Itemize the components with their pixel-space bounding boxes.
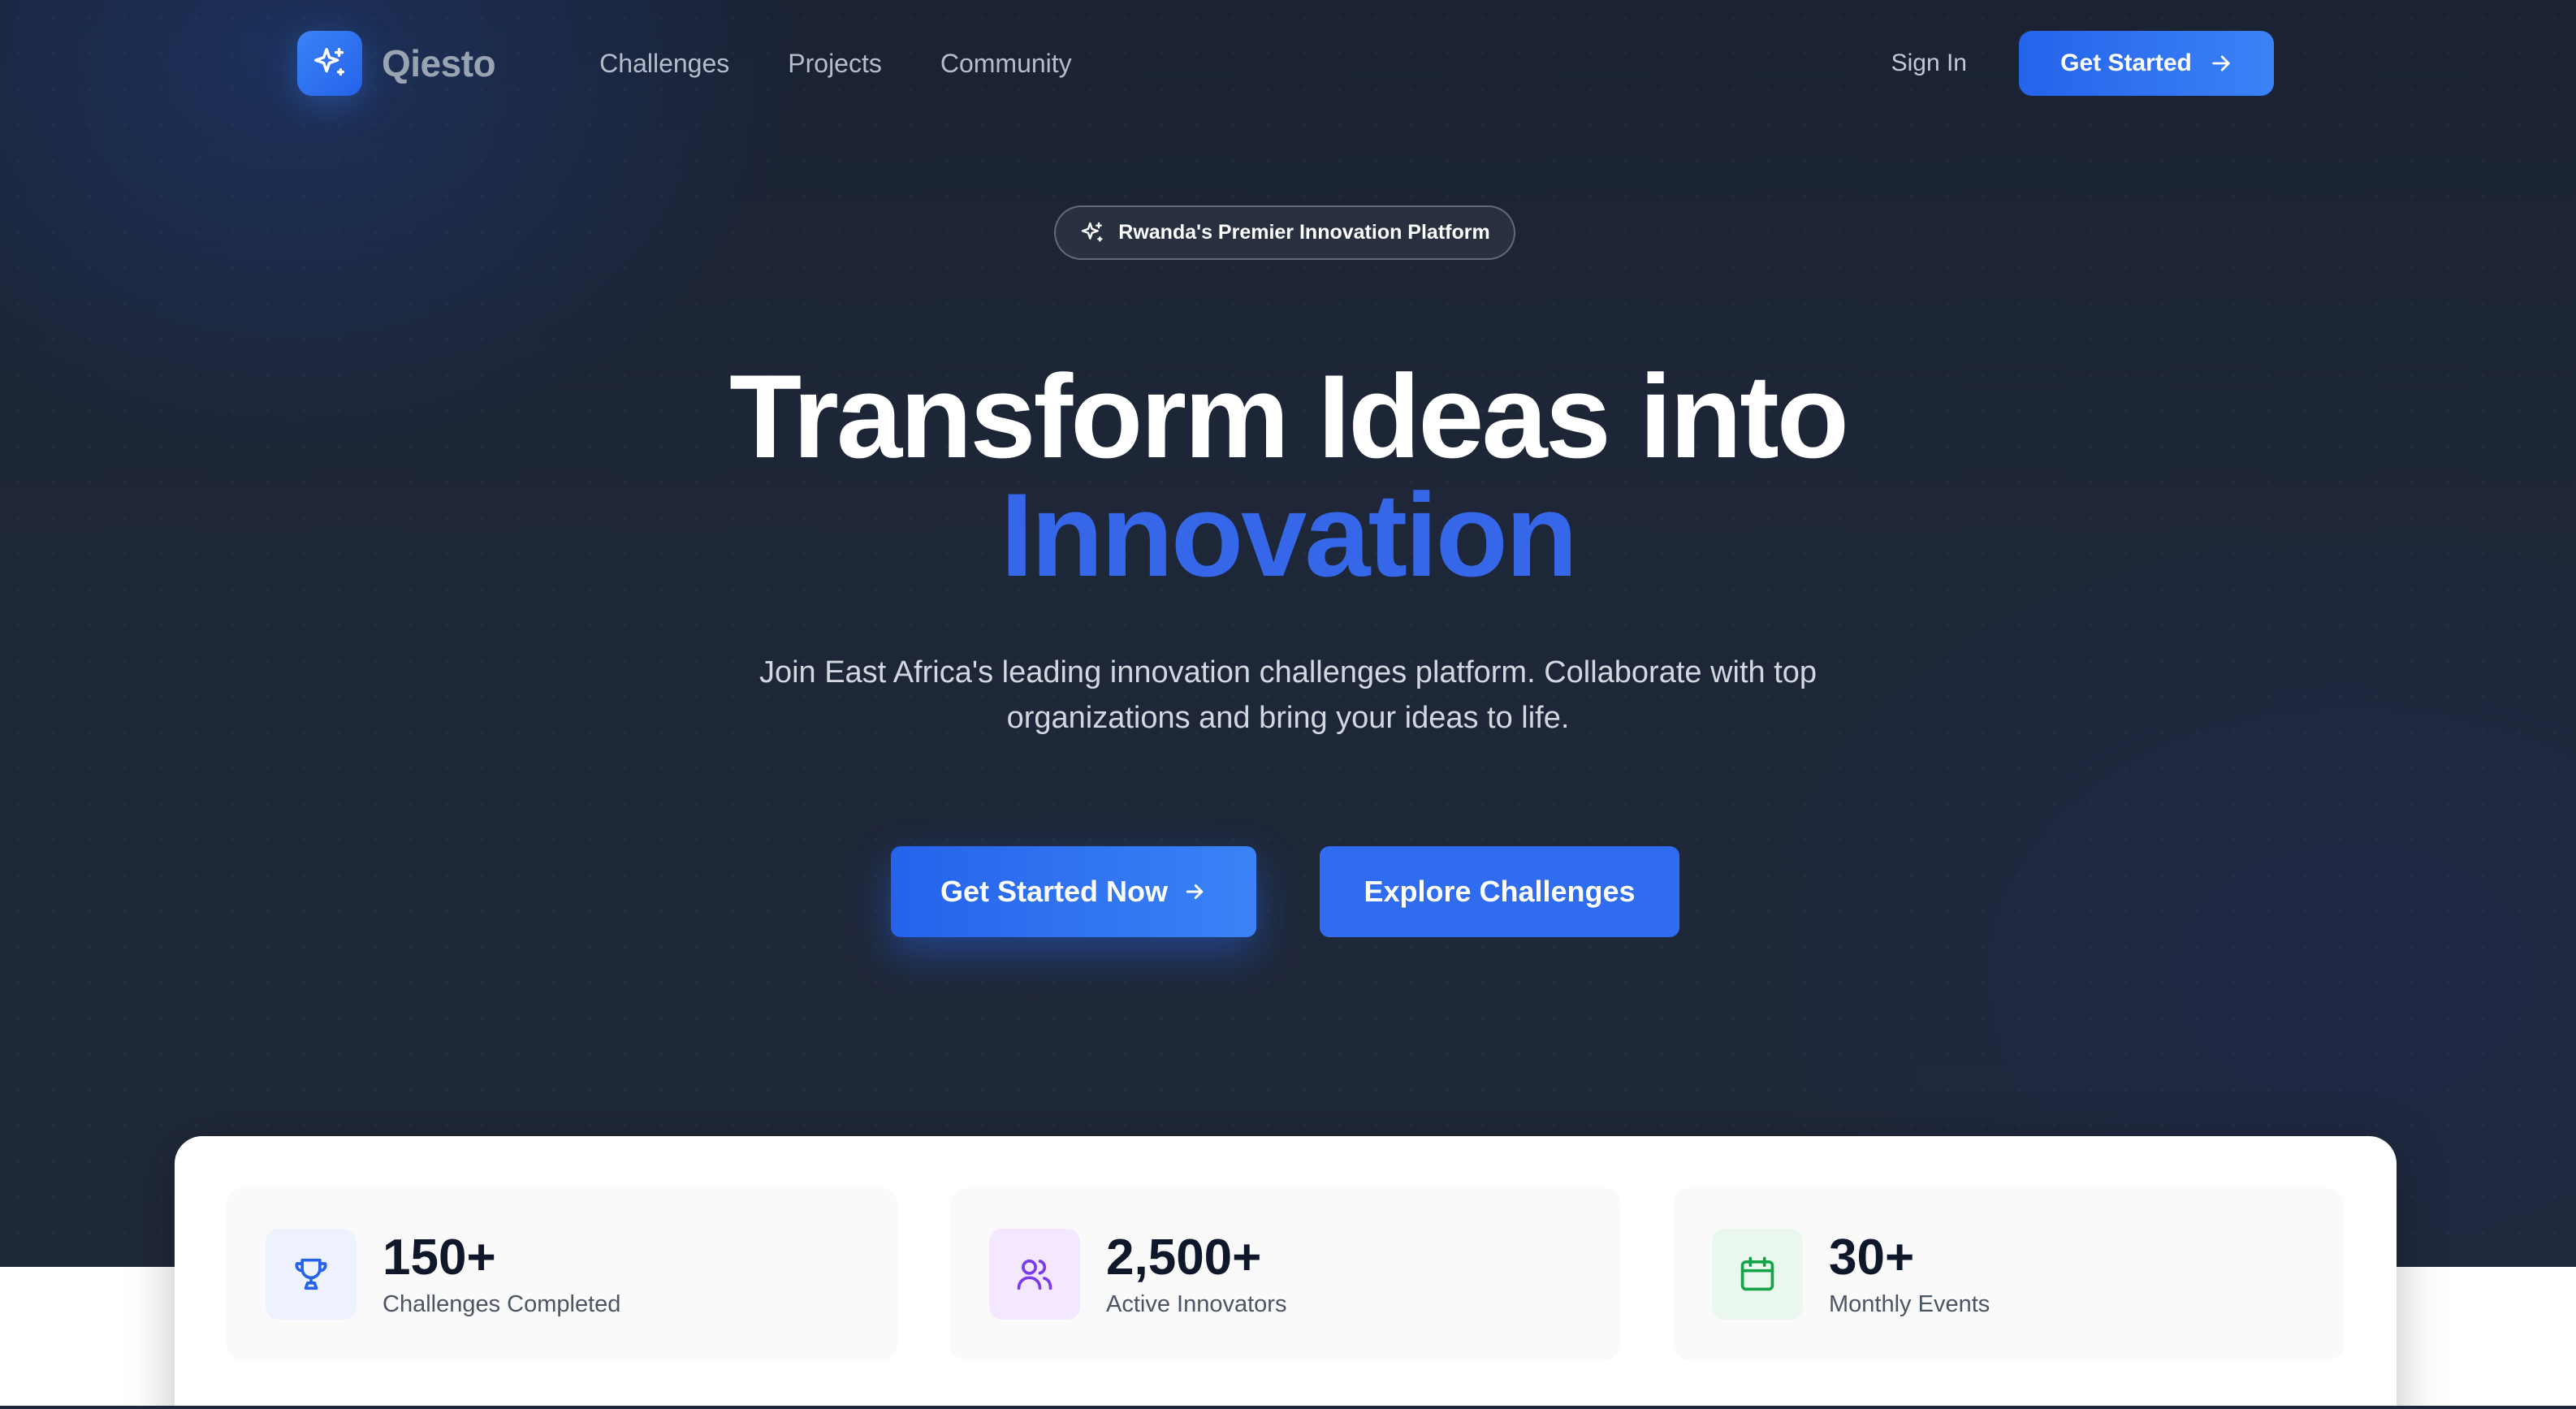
- users-icon: [1017, 1259, 1052, 1290]
- nav-link-community[interactable]: Community: [940, 49, 1072, 79]
- logo-mark[interactable]: [297, 31, 362, 96]
- stat-value: 150+: [383, 1229, 496, 1286]
- nav-link-challenges[interactable]: Challenges: [599, 49, 729, 79]
- explore-challenges-button[interactable]: Explore Challenges: [1320, 846, 1679, 937]
- get-started-now-label: Get Started Now: [940, 875, 1169, 908]
- stat-icon-box: [266, 1229, 357, 1320]
- stat-label: Monthly Events: [1829, 1290, 1990, 1317]
- arrow-right-icon: [1186, 884, 1204, 899]
- bottom-edge: [0, 1406, 2576, 1409]
- sparkles-icon: [1082, 222, 1103, 242]
- get-started-label: Get Started: [2060, 50, 2192, 76]
- hero-headline-accent: Innovation: [1000, 469, 1578, 601]
- stat-text: 2,500+ Active Innovators: [1106, 1229, 1287, 1318]
- get-started-button[interactable]: Get Started: [2019, 31, 2274, 96]
- stat-value: 30+: [1829, 1229, 1915, 1286]
- brand-name[interactable]: Qiesto: [382, 41, 496, 85]
- stat-icon-box: [1712, 1229, 1803, 1320]
- get-started-now-button[interactable]: Get Started Now: [891, 846, 1256, 937]
- sparkles-icon: [314, 48, 345, 76]
- stat-innovators: 2,500+ Active Innovators: [950, 1188, 1621, 1360]
- hero-headline-line1: Transform Ideas into: [729, 350, 1849, 482]
- stat-events: 30+ Monthly Events: [1673, 1188, 2344, 1360]
- stat-label: Active Innovators: [1106, 1290, 1287, 1317]
- stat-text: 150+ Challenges Completed: [383, 1229, 621, 1318]
- nav-link-projects[interactable]: Projects: [788, 49, 882, 79]
- stat-label: Challenges Completed: [383, 1290, 621, 1317]
- arrow-right-icon: [2212, 55, 2230, 71]
- trophy-icon: [295, 1258, 327, 1290]
- sign-in-link[interactable]: Sign In: [1891, 50, 1967, 77]
- hero-subtitle: Join East Africa's leading innovation ch…: [759, 655, 1817, 735]
- stat-value: 2,500+: [1106, 1229, 1262, 1286]
- nav-links: Challenges Projects Community: [599, 49, 1072, 79]
- landing-page: Qiesto Challenges Projects Community Sig…: [0, 0, 2576, 1409]
- nav-actions: Sign In Get Started: [1891, 31, 2274, 96]
- calendar-icon: [1740, 1256, 1774, 1291]
- explore-challenges-label: Explore Challenges: [1364, 875, 1636, 908]
- hero-dot-pattern: [0, 0, 2576, 1267]
- stats-card: 150+ Challenges Completed 2,500+ Active …: [175, 1136, 2397, 1409]
- stat-icon-box: [989, 1229, 1080, 1320]
- badge-label: Rwanda's Premier Innovation Platform: [1118, 221, 1490, 244]
- stat-text: 30+ Monthly Events: [1829, 1229, 1990, 1318]
- top-navbar: Qiesto Challenges Projects Community Sig…: [297, 31, 2274, 96]
- platform-badge: Rwanda's Premier Innovation Platform: [1054, 205, 1515, 260]
- hero-headline: Transform Ideas into Innovation: [0, 357, 2576, 594]
- stat-challenges: 150+ Challenges Completed: [227, 1188, 897, 1360]
